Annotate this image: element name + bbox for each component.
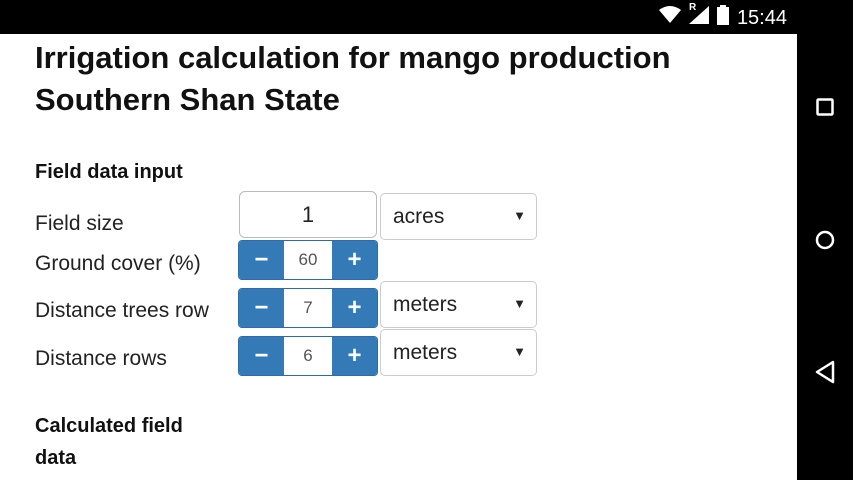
roaming-label: R bbox=[688, 2, 697, 13]
page-title-line2: Southern Shan State bbox=[35, 82, 340, 117]
battery-icon bbox=[716, 5, 729, 31]
field-size-input[interactable]: 1 bbox=[239, 191, 377, 238]
signal-icon: R bbox=[688, 2, 709, 30]
calculated-field-data-title-line2: data bbox=[35, 447, 77, 469]
field-size-label: Field size bbox=[35, 212, 124, 235]
distance-rows-label: Distance rows bbox=[35, 347, 167, 370]
square-icon bbox=[816, 98, 834, 116]
distance-rows-stepper: − 6 + bbox=[238, 336, 378, 376]
dropdown-arrow-icon: ▼ bbox=[513, 344, 526, 359]
circle-icon bbox=[815, 230, 835, 250]
field-data-input-title: Field data input bbox=[35, 161, 183, 183]
triangle-back-icon bbox=[815, 360, 835, 384]
distance-rows-unit-select[interactable]: meters ▼ bbox=[380, 329, 537, 376]
distance-trees-row-increase-button[interactable]: + bbox=[332, 289, 377, 327]
distance-trees-row-value[interactable]: 7 bbox=[284, 289, 332, 327]
ground-cover-stepper: − 60 + bbox=[238, 240, 378, 280]
back-button[interactable] bbox=[797, 358, 853, 386]
wifi-icon bbox=[658, 6, 681, 30]
field-size-unit-select[interactable]: acres ▼ bbox=[380, 193, 537, 240]
ground-cover-value[interactable]: 60 bbox=[284, 241, 332, 279]
clock-time: 15:44 bbox=[736, 6, 787, 29]
calculated-field-data-title-line1: Calculated field bbox=[35, 415, 183, 437]
distance-rows-increase-button[interactable]: + bbox=[332, 337, 377, 375]
field-size-value: 1 bbox=[301, 201, 315, 227]
status-icons: R 15:44 bbox=[658, 2, 787, 31]
distance-trees-row-stepper: − 7 + bbox=[238, 288, 378, 328]
status-bar: R 15:44 bbox=[0, 0, 797, 34]
page-title-line1: Irrigation calculation for mango product… bbox=[35, 40, 671, 75]
dropdown-arrow-icon: ▼ bbox=[513, 296, 526, 311]
distance-rows-value[interactable]: 6 bbox=[284, 337, 332, 375]
ground-cover-increase-button[interactable]: + bbox=[332, 241, 377, 279]
distance-trees-row-unit-select[interactable]: meters ▼ bbox=[380, 281, 537, 328]
distance-trees-row-label: Distance trees row bbox=[35, 299, 209, 322]
distance-rows-unit-value: meters bbox=[393, 340, 458, 364]
android-navigation-bar bbox=[797, 0, 853, 480]
dropdown-arrow-icon: ▼ bbox=[513, 208, 526, 223]
home-button[interactable] bbox=[797, 226, 853, 254]
ground-cover-label: Ground cover (%) bbox=[35, 252, 201, 275]
distance-rows-decrease-button[interactable]: − bbox=[239, 337, 284, 375]
ground-cover-decrease-button[interactable]: − bbox=[239, 241, 284, 279]
distance-trees-row-decrease-button[interactable]: − bbox=[239, 289, 284, 327]
distance-trees-row-unit-value: meters bbox=[393, 292, 458, 316]
page-content: Irrigation calculation for mango product… bbox=[0, 34, 797, 480]
field-size-unit-value: acres bbox=[393, 204, 445, 228]
recents-button[interactable] bbox=[797, 94, 853, 120]
